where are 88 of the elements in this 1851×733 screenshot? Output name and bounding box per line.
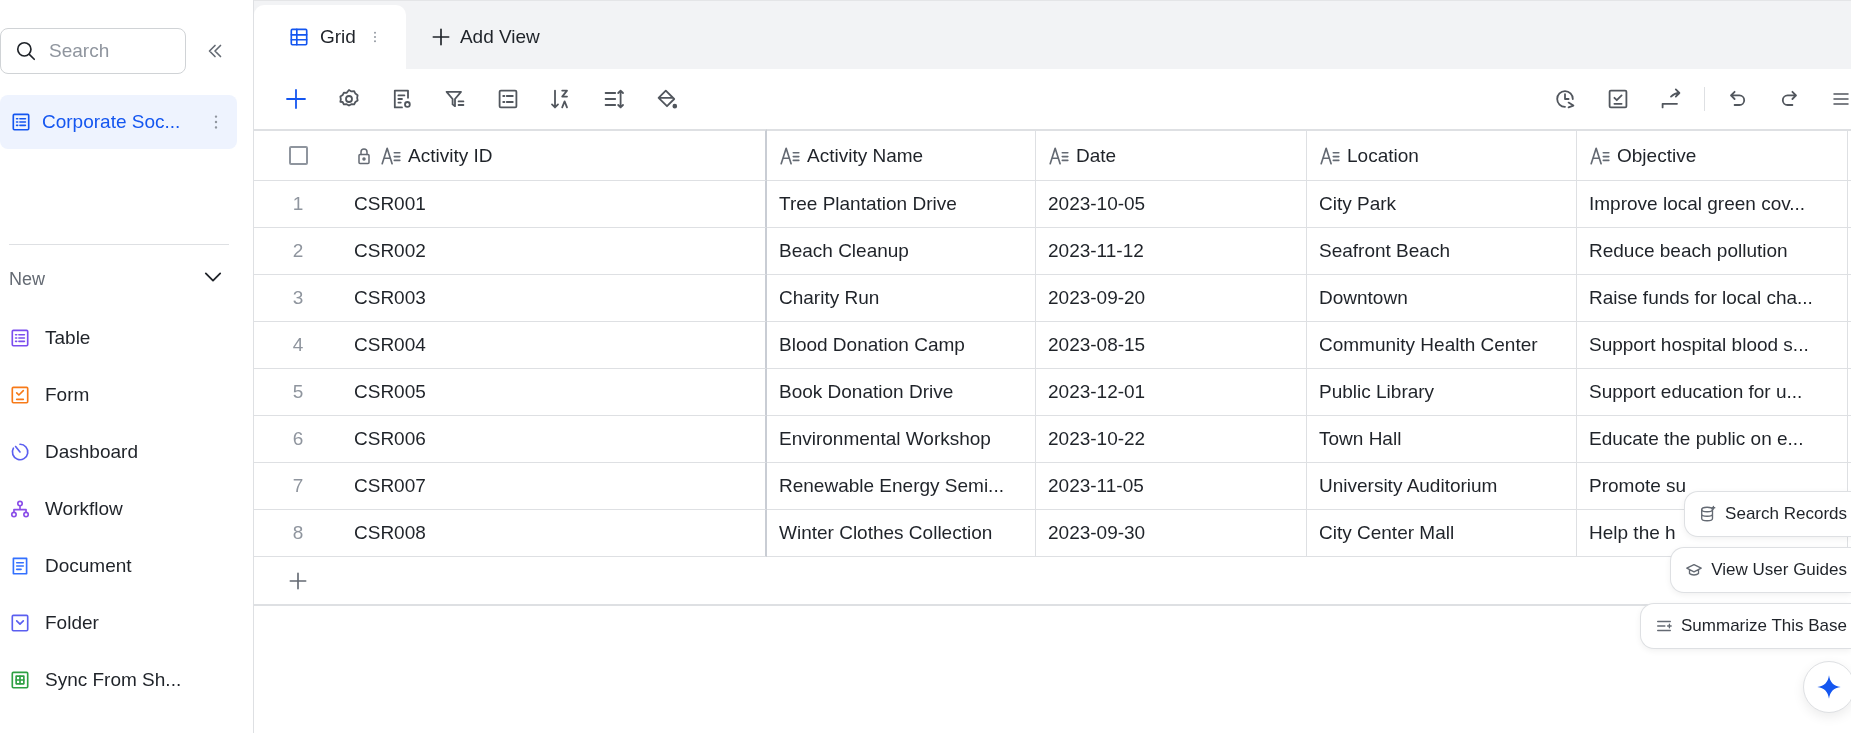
history-icon[interactable] xyxy=(1553,87,1577,111)
database-sparkle-icon xyxy=(1699,505,1718,523)
sparkle-icon xyxy=(1816,674,1842,700)
create-menu-item[interactable]: Dashboard xyxy=(0,423,253,480)
table-cell: Blood Donation Camp xyxy=(767,322,1036,369)
create-menu-item[interactable]: Sync From Sh... xyxy=(0,651,253,708)
table-cell: CSR006 xyxy=(342,416,767,463)
column-header[interactable]: Activity ID xyxy=(342,129,767,181)
table-cell: Public Library xyxy=(1307,369,1577,416)
grid-view-icon xyxy=(288,26,310,48)
column-title: Date xyxy=(1076,144,1117,167)
column-title: Activity Name xyxy=(807,144,924,167)
column-header[interactable]: Location xyxy=(1307,129,1577,181)
create-menu-item[interactable]: Form xyxy=(0,366,253,423)
table-cell: CSR003 xyxy=(342,275,767,322)
table-cell: CSR001 xyxy=(342,181,767,228)
table-cell: Reduce beach pollution xyxy=(1577,228,1848,275)
table-cell: Support education for u... xyxy=(1577,369,1848,416)
table-cell: University Auditorium xyxy=(1307,463,1577,510)
table-cell: 2023-09-30 xyxy=(1036,510,1307,557)
row-number: 4 xyxy=(254,322,342,369)
table-cell: CSR007 xyxy=(342,463,767,510)
table-cell: 2023-10-05 xyxy=(1036,181,1307,228)
column-header[interactable]: Activity Name xyxy=(767,129,1036,181)
row-height-icon[interactable] xyxy=(602,87,626,111)
table-cell: 2023-12-01 xyxy=(1036,369,1307,416)
row-number: 8 xyxy=(254,510,342,557)
table-cell: Improve local green cov... xyxy=(1577,181,1848,228)
assistant-action-button[interactable]: Search Records xyxy=(1684,491,1851,537)
table-cell: CSR002 xyxy=(342,228,767,275)
add-view-button[interactable]: Add View xyxy=(405,5,564,69)
row-number: 2 xyxy=(254,228,342,275)
share-icon[interactable] xyxy=(1659,87,1683,111)
table-cell: Town Hall xyxy=(1307,416,1577,463)
assistant-action-button[interactable]: Summarize This Base xyxy=(1640,603,1851,649)
checklist-icon[interactable] xyxy=(1606,87,1630,111)
table-cell: Renewable Energy Semi... xyxy=(767,463,1036,510)
table-cell: City Park xyxy=(1307,181,1577,228)
table-cell: CSR004 xyxy=(342,322,767,369)
table-cell: Educate the public on e... xyxy=(1577,416,1848,463)
view-tab[interactable]: Grid xyxy=(254,5,406,69)
table-cell: Tree Plantation Drive xyxy=(767,181,1036,228)
table-cell: City Center Mall xyxy=(1307,510,1577,557)
group-list-icon[interactable] xyxy=(496,87,520,111)
column-title: Location xyxy=(1347,144,1419,167)
paint-bucket-icon[interactable] xyxy=(655,87,679,111)
create-menu-item[interactable]: Table xyxy=(0,309,253,366)
row-number: 7 xyxy=(254,463,342,510)
create-menu-item[interactable]: Document xyxy=(0,537,253,594)
table-cell: Downtown xyxy=(1307,275,1577,322)
search-field[interactable]: Search xyxy=(0,28,186,74)
table-cell: 2023-11-05 xyxy=(1036,463,1307,510)
select-all-checkbox[interactable] xyxy=(288,146,308,165)
search-icon xyxy=(15,40,37,62)
assistant-button[interactable] xyxy=(1803,661,1851,713)
row-number: 3 xyxy=(254,275,342,322)
table-cell: Charity Run xyxy=(767,275,1036,322)
create-menu-item[interactable]: Folder xyxy=(0,594,253,651)
base-item[interactable]: Corporate Soc... xyxy=(0,95,237,149)
table-cell: CSR008 xyxy=(342,510,767,557)
column-title: Activity ID xyxy=(408,144,493,167)
column-header[interactable]: Date xyxy=(1036,129,1307,181)
create-menu-item[interactable]: Workflow xyxy=(0,480,253,537)
row-number: 5 xyxy=(254,369,342,416)
table-cell: Community Health Center xyxy=(1307,322,1577,369)
column-title: Objective xyxy=(1617,144,1697,167)
graduation-cap-icon xyxy=(1685,561,1704,579)
table-cell: Beach Cleanup xyxy=(767,228,1036,275)
search-input[interactable]: Search xyxy=(47,39,171,63)
table-cell: 2023-11-12 xyxy=(1036,228,1307,275)
table-cell: Winter Clothes Collection xyxy=(767,510,1036,557)
table-cell: 2023-10-22 xyxy=(1036,416,1307,463)
add-record-icon[interactable] xyxy=(284,87,308,111)
table-cell: Environmental Workshop xyxy=(767,416,1036,463)
table-cell: Book Donation Drive xyxy=(767,369,1036,416)
table-cell: 2023-09-20 xyxy=(1036,275,1307,322)
assistant-action-button[interactable]: View User Guides xyxy=(1670,547,1851,593)
column-header[interactable]: Objective xyxy=(1577,129,1848,181)
table-cell: CSR005 xyxy=(342,369,767,416)
table-cell: 2023-08-15 xyxy=(1036,322,1307,369)
row-number: 6 xyxy=(254,416,342,463)
section-label: New xyxy=(9,268,45,290)
table-cell: Support hospital blood s... xyxy=(1577,322,1848,369)
new-section-header[interactable]: New xyxy=(0,249,253,309)
table-cell: Seafront Beach xyxy=(1307,228,1577,275)
table-icon xyxy=(10,111,32,133)
row-number: 1 xyxy=(254,181,342,228)
table-cell: Raise funds for local cha... xyxy=(1577,275,1848,322)
